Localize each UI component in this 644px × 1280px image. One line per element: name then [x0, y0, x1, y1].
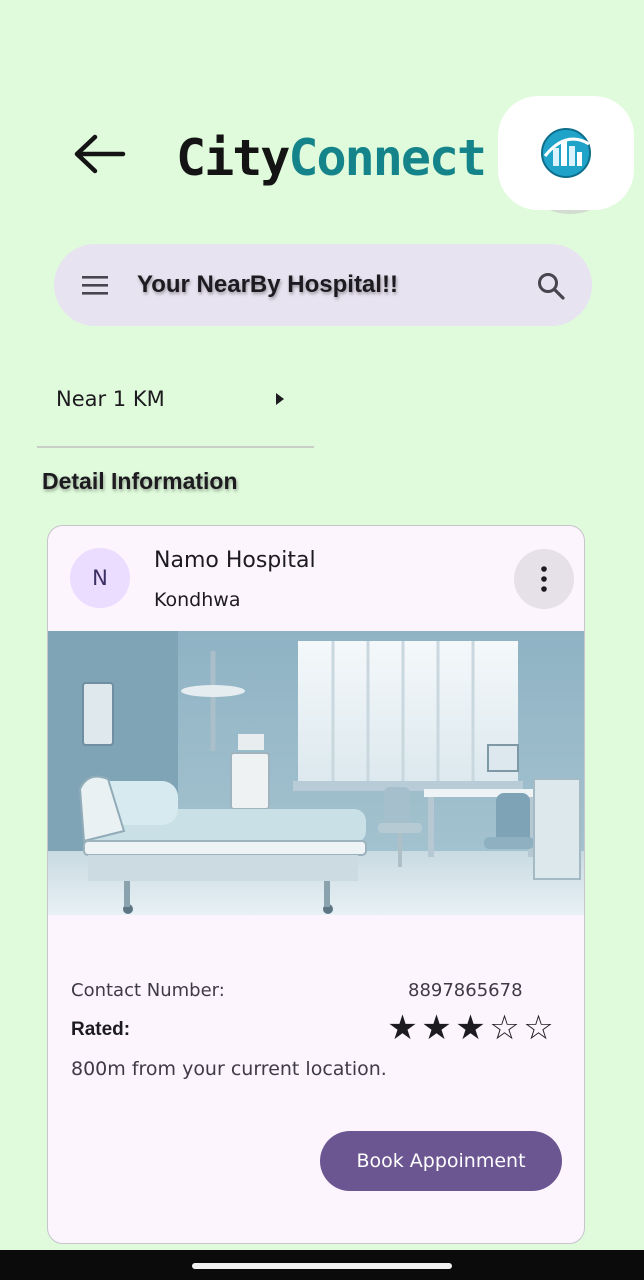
arrow-left-icon	[74, 134, 126, 174]
rated-label: Rated:	[71, 1019, 131, 1040]
search-icon[interactable]	[536, 271, 566, 301]
home-indicator[interactable]	[192, 1263, 452, 1269]
hospital-location: Kondhwa	[154, 589, 241, 611]
caret-right-icon	[276, 393, 284, 405]
logo-connect-text: Connect	[288, 129, 487, 187]
city-logo-icon	[541, 128, 591, 178]
card-avatar: N	[70, 548, 130, 608]
distance-filter-dropdown[interactable]: Near 1 KM	[37, 372, 314, 448]
profile-avatar-button[interactable]	[498, 96, 634, 210]
star-filled-icon: ★	[387, 1008, 418, 1048]
more-vertical-icon	[541, 566, 547, 592]
search-bar-title: Your NearBy Hospital!!	[137, 271, 398, 298]
back-button[interactable]	[70, 128, 130, 180]
rating-stars: ★ ★ ★ ☆ ☆	[386, 1010, 555, 1046]
star-filled-icon: ★	[421, 1008, 452, 1048]
star-outline-icon: ☆	[523, 1008, 554, 1048]
star-filled-icon: ★	[455, 1008, 486, 1048]
more-options-button[interactable]	[514, 549, 574, 609]
hospital-name: Namo Hospital	[154, 548, 316, 573]
section-title: Detail Information	[42, 468, 238, 494]
search-bar[interactable]: Your NearBy Hospital!!	[54, 244, 592, 326]
contact-label: Contact Number:	[71, 980, 225, 1001]
distance-filter-label: Near 1 KM	[56, 387, 165, 411]
book-appointment-button[interactable]: Book Appoinment	[320, 1131, 562, 1191]
distance-text: 800m from your current location.	[71, 1058, 387, 1080]
star-outline-icon: ☆	[489, 1008, 520, 1048]
hamburger-menu-icon[interactable]	[80, 273, 110, 297]
hospital-room-photo	[48, 631, 584, 915]
contact-number[interactable]: 8897865678	[408, 979, 523, 1003]
app-logo: CityConnect	[176, 128, 487, 188]
hospital-card: N Namo Hospital Kondhwa Contact Number: …	[47, 525, 585, 1244]
logo-city-text: City	[176, 129, 290, 187]
